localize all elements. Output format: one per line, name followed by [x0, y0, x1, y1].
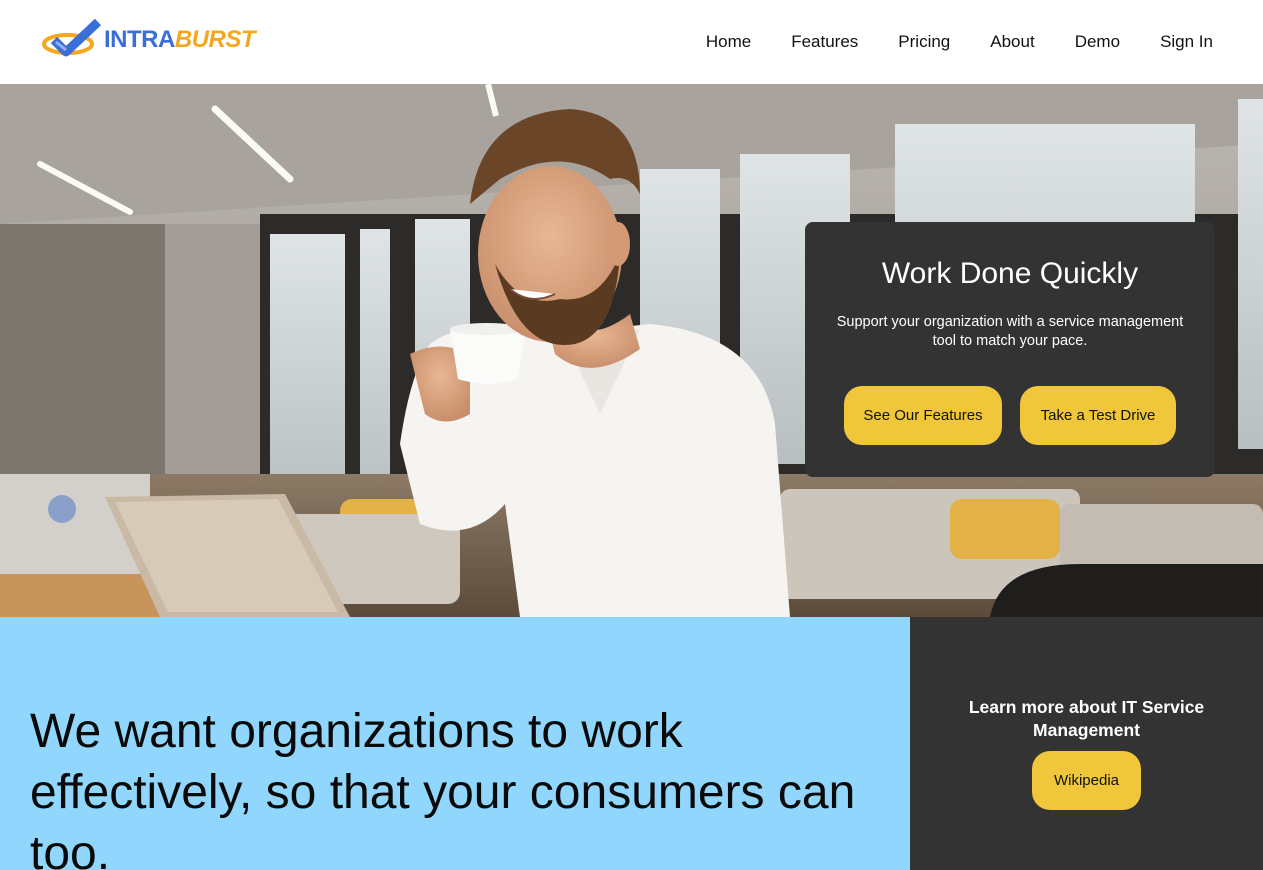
- hero-cta-card: Work Done Quickly Support your organizat…: [805, 222, 1215, 477]
- see-features-button[interactable]: See Our Features: [844, 386, 1002, 445]
- mission-statement: We want organizations to work effectivel…: [30, 705, 856, 870]
- nav-sign-in[interactable]: Sign In: [1160, 32, 1213, 52]
- wikipedia-button[interactable]: Wikipedia: [1032, 751, 1141, 810]
- hero-title: Work Done Quickly: [881, 257, 1139, 290]
- hero-buttons: See Our Features Take a Test Drive: [805, 386, 1215, 445]
- nav-pricing[interactable]: Pricing: [898, 32, 950, 52]
- nav-home[interactable]: Home: [706, 32, 751, 52]
- checkmark-logo-icon: [42, 18, 102, 57]
- learn-more-panel: Learn more about IT Service Management W…: [910, 617, 1263, 870]
- nav-demo[interactable]: Demo: [1075, 32, 1120, 52]
- hero-description: Support your organization with a service…: [836, 314, 1184, 349]
- nav-about[interactable]: About: [990, 32, 1034, 52]
- learn-more-text: Learn more about IT Service Management: [968, 697, 1205, 740]
- nav-features[interactable]: Features: [791, 32, 858, 52]
- brand-logo[interactable]: INTRABURST: [42, 18, 256, 62]
- mission-section: We want organizations to work effectivel…: [0, 617, 910, 870]
- site-header: INTRABURST Home Features Pricing About D…: [0, 0, 1263, 84]
- test-drive-button[interactable]: Take a Test Drive: [1020, 386, 1176, 445]
- brand-name: INTRABURST: [104, 26, 256, 53]
- hero-section: Work Done Quickly Support your organizat…: [0, 84, 1263, 617]
- main-nav: Home Features Pricing About Demo Sign In: [666, 32, 1213, 52]
